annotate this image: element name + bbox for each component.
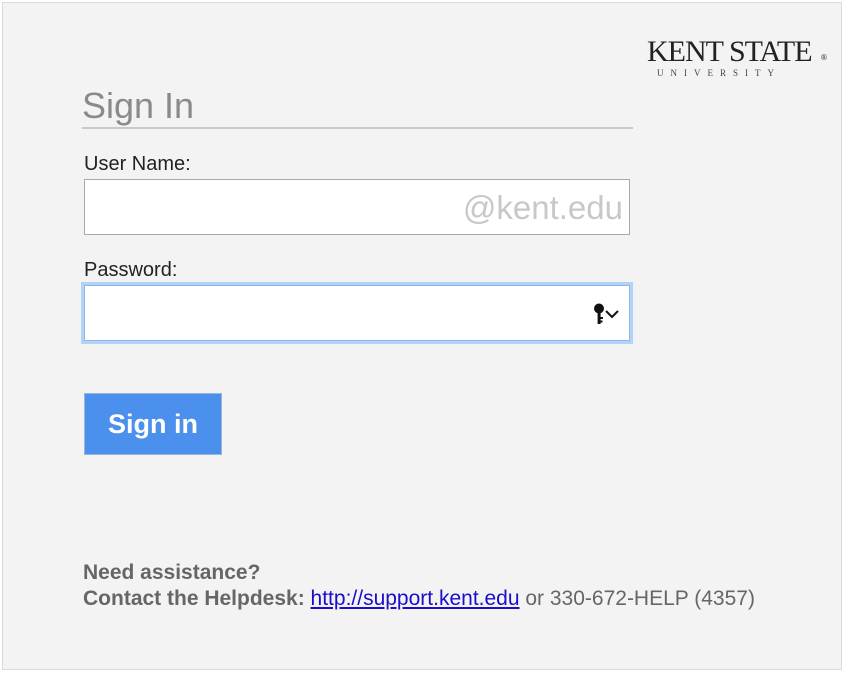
title-divider	[82, 127, 633, 129]
username-label: User Name:	[84, 153, 191, 175]
page-title: Sign In	[82, 85, 195, 126]
password-label: Password:	[84, 259, 178, 281]
kent-state-logo: KENT STATE ® UNIVERSITY	[647, 33, 833, 83]
helpdesk-phone: or 330-672-HELP (4357)	[519, 587, 755, 610]
username-field-container: @kent.edu	[84, 179, 630, 235]
sign-in-button[interactable]: Sign in	[84, 393, 222, 455]
password-input[interactable]	[85, 286, 629, 340]
chevron-down-icon	[605, 310, 619, 319]
support-link[interactable]: http://support.kent.edu	[311, 587, 520, 610]
password-field-container	[84, 285, 630, 341]
logo-registered-mark: ®	[821, 53, 827, 62]
help-section: Need assistance? Contact the Helpdesk: h…	[83, 560, 755, 612]
username-input[interactable]	[85, 180, 629, 234]
logo-wordmark: KENT STATE	[647, 35, 813, 68]
password-autofill-button[interactable]	[589, 303, 623, 325]
help-question: Need assistance?	[83, 561, 261, 584]
helpdesk-label: Contact the Helpdesk:	[83, 587, 305, 610]
logo-subtitle: UNIVERSITY	[657, 68, 781, 78]
